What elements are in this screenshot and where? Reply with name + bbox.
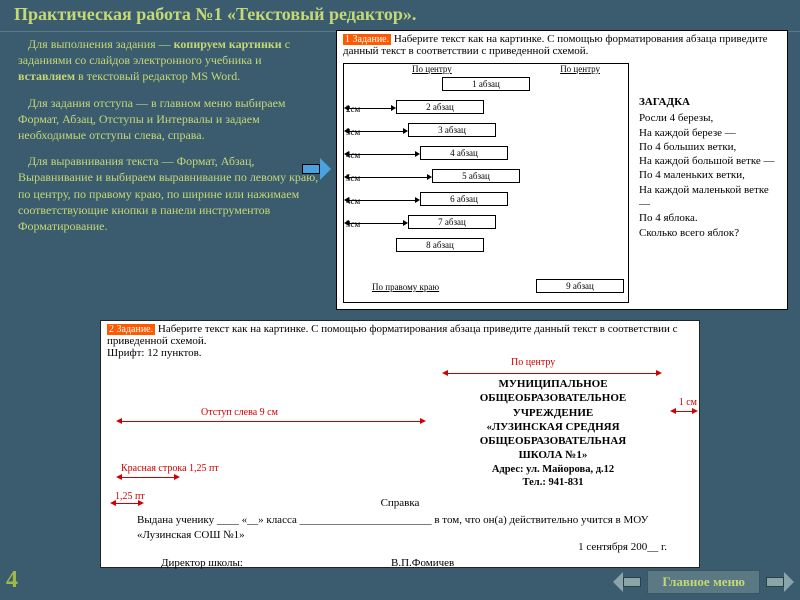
- pointer-arrow-icon: [302, 158, 330, 180]
- task1-row: 8 абзац: [344, 236, 628, 258]
- task1-diagram: По центру По центру 1 абзац2см2 абзац3см…: [343, 63, 629, 303]
- director-label: Директор школы:: [161, 557, 243, 569]
- task1-row: 5см5 абзац: [344, 167, 628, 189]
- arrow-left-indent: [121, 421, 421, 422]
- spravka-body: Выдана ученику ____ «__» класса ________…: [137, 513, 689, 543]
- instruction-p1: Для выполнения задания — копируем картин…: [18, 36, 320, 85]
- riddle-line: На каждой маленькой ветке —: [639, 183, 781, 212]
- note-center: По центру: [511, 357, 555, 368]
- instruction-p2: Для задания отступа — в главном меню выб…: [18, 95, 320, 144]
- note-left-indent: Отступ слева 9 см: [201, 407, 278, 418]
- spravka-title: Справка: [101, 497, 699, 509]
- task1-label: 1 Задание.: [343, 34, 391, 45]
- task1-intro: 1 Задание. Наберите текст как на картинк…: [337, 31, 787, 59]
- riddle-line: По 4 маленьких ветки,: [639, 168, 781, 182]
- task1-paragraph-7: 7 абзац: [408, 215, 496, 229]
- director-name: В.П.Фомичев: [391, 557, 454, 569]
- note-one-cm: 1 см: [679, 397, 697, 408]
- task1-row: 4см6 абзац: [344, 190, 628, 212]
- page-title: Практическая работа №1 «Текстовый редакт…: [0, 0, 800, 32]
- task1-box: 1 Задание. Наберите текст как на картинк…: [336, 30, 788, 310]
- task1-paragraph-2: 2 абзац: [396, 100, 484, 114]
- riddle-line: По 4 яблока.: [639, 211, 781, 225]
- footer-nav: Главное меню: [613, 570, 794, 594]
- institution-block: МУНИЦИПАЛЬНОЕ ОБЩЕОБРАЗОВАТЕЛЬНОЕ УЧРЕЖД…: [433, 377, 673, 490]
- nav-next-button[interactable]: [766, 572, 794, 592]
- riddle-block: ЗАГАДКА Росли 4 березы,На каждой березе …: [639, 95, 781, 240]
- task1-paragraph-1: 1 абзац: [442, 77, 530, 91]
- riddle-line: По 4 больших ветки,: [639, 140, 781, 154]
- note-red-line: Красная строка 1,25 пт: [121, 463, 219, 474]
- task2-box: 2 Задание. Наберите текст как на картинк…: [100, 320, 700, 568]
- task1-paragraph-5: 5 абзац: [432, 169, 520, 183]
- task1-paragraph-4: 4 абзац: [420, 146, 508, 160]
- task2-intro: 2 Задание. Наберите текст как на картинк…: [101, 321, 699, 361]
- riddle-line: На каждой большой ветке —: [639, 154, 781, 168]
- nav-prev-button[interactable]: [613, 572, 641, 592]
- task1-bottom-row: По правому краю 9 абзац: [344, 277, 628, 299]
- task1-paragraph-6: 6 абзац: [420, 192, 508, 206]
- page-number: 4: [6, 567, 18, 594]
- diag-head-right: По центру: [560, 64, 600, 74]
- riddle-line: Сколько всего яблок?: [639, 226, 781, 240]
- task1-row: 2см2 абзац: [344, 98, 628, 120]
- task1-paragraph-3: 3 абзац: [408, 123, 496, 137]
- instruction-p3: Для выравнивания текста — Формат, Абзац,…: [18, 153, 320, 234]
- arrow-one-cm: [675, 411, 693, 412]
- task2-label: 2 Задание.: [107, 324, 155, 335]
- task1-row: 3см7 абзац: [344, 213, 628, 235]
- task1-row: 3см3 абзац: [344, 121, 628, 143]
- diag-head-left: По центру: [412, 64, 452, 74]
- task1-row: 1 абзац: [344, 75, 628, 97]
- instructions-block: Для выполнения задания — копируем картин…: [18, 36, 320, 244]
- task1-paragraph-8: 8 абзац: [396, 238, 484, 252]
- riddle-line: На каждой березе —: [639, 126, 781, 140]
- task1-paragraph-9: 9 абзац: [536, 279, 624, 293]
- arrow-red-line: [121, 477, 175, 478]
- arrow-center: [447, 373, 657, 374]
- task1-row: 4см4 абзац: [344, 144, 628, 166]
- date: 1 сентября 200__ г.: [578, 541, 667, 553]
- riddle-line: Росли 4 березы,: [639, 111, 781, 125]
- nav-main-menu-button[interactable]: Главное меню: [647, 570, 760, 594]
